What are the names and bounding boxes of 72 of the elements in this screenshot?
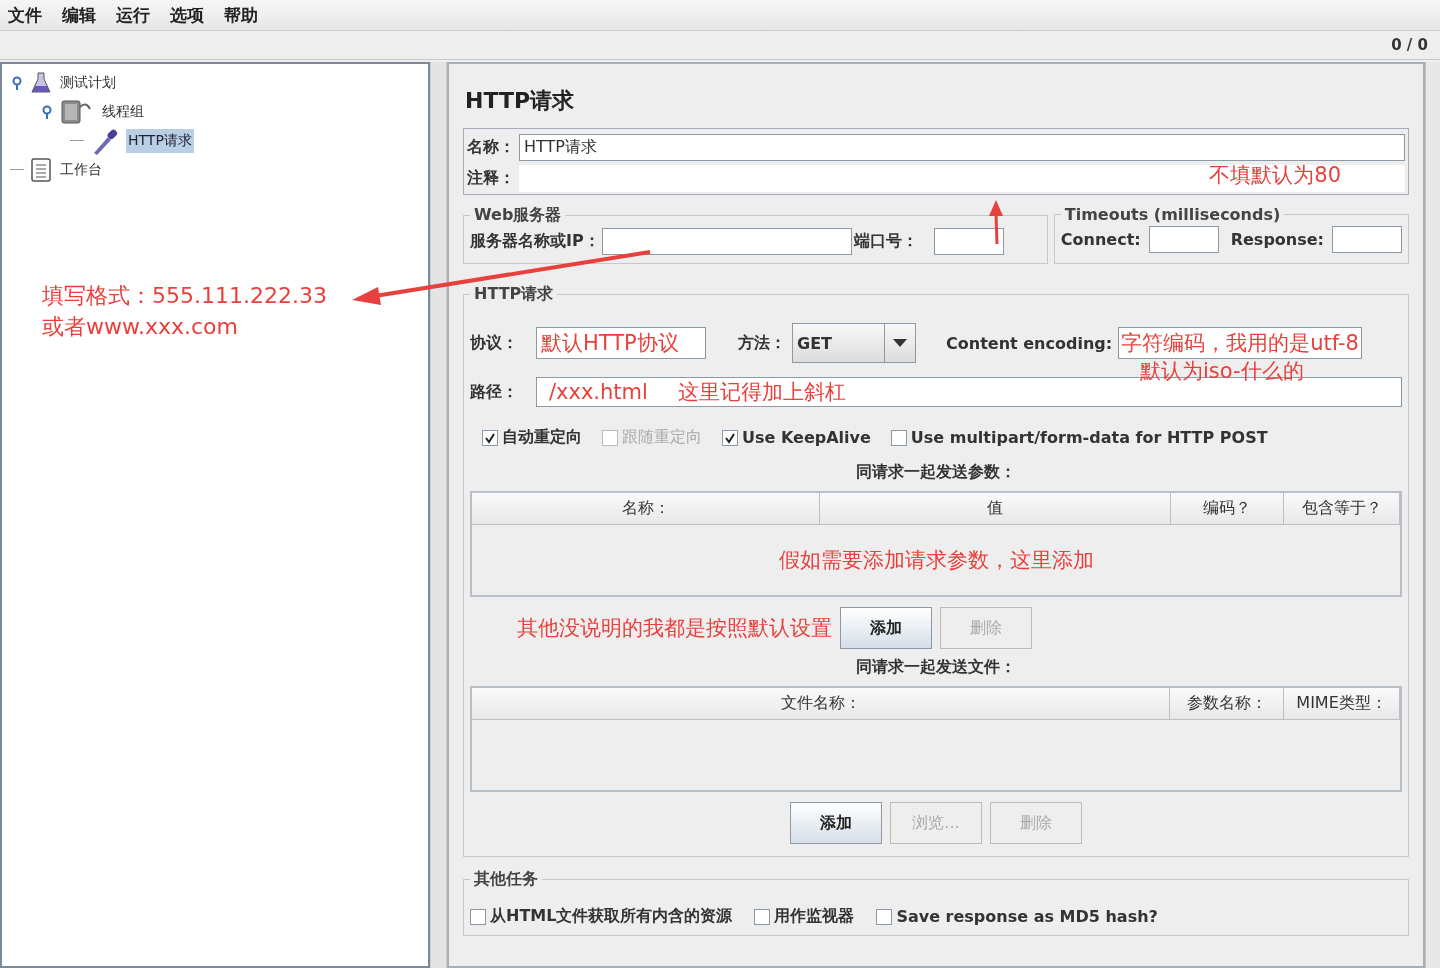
checkbox-label: 用作监视器 [774,906,855,927]
counter: 0 / 0 [1391,36,1428,54]
group-title: Web服务器 [473,205,563,226]
field-label: Connect: [1060,230,1141,249]
table-caption: 同请求一起发送参数： [855,462,1017,483]
annotation-text: 假如需要添加请求参数，这里添加 [778,547,1094,574]
flask-icon [30,70,52,95]
column-header[interactable]: 编码？ [1170,493,1285,525]
dropdown[interactable]: GET [792,323,916,363]
menu-item[interactable]: 运行 [116,3,150,27]
group-title: 其他任务 [473,869,539,890]
column-header[interactable]: 参数名称： [1170,688,1285,720]
tree-item[interactable]: 测试计划 [58,70,118,95]
group-title: Timeouts (milliseconds) [1063,205,1282,224]
checkbox-label: 从HTML文件获取所有内含的资源 [490,906,733,927]
caret-icon [893,339,907,347]
menu-item[interactable]: 文件 [8,3,42,27]
arrow [989,200,1003,245]
tree-toggle-icon[interactable] [10,75,24,90]
text-field[interactable] [1332,226,1402,253]
text-field[interactable] [933,228,1004,255]
checkbox-label: 跟随重定向 [622,427,702,448]
spool-icon [60,98,94,125]
scrollbar[interactable] [1425,62,1440,968]
annotation-text: 不填默认为80 [1209,162,1341,189]
annotation-text: 这里记得加上斜杠 [677,379,846,406]
checkbox[interactable] [482,429,498,446]
panel-title: HTTP请求 [465,87,576,115]
tree-item[interactable]: HTTP请求 [126,128,194,153]
field-label: 方法： [738,332,786,354]
column-header[interactable]: 名称： [472,493,821,525]
checkbox[interactable] [470,908,486,925]
checkbox-label: Use multipart/form-data for HTTP POST [910,428,1268,447]
field-label: Content encoding: [946,333,1113,353]
button[interactable]: 添加 [840,607,932,649]
tree-item[interactable]: 线程组 [100,99,146,124]
checkbox-label: Use KeepAlive [742,428,871,447]
text-field[interactable]: 字符编码，我用的是utf-8 [1118,327,1362,359]
button[interactable]: 添加 [790,802,882,844]
field-label: 协议： [470,332,518,354]
checkbox[interactable] [754,908,771,925]
text-field[interactable] [601,228,852,255]
column-header[interactable]: 文件名称： [472,688,1171,720]
tree-item[interactable]: 工作台 [58,157,104,182]
field-label: 服务器名称或IP： [470,231,600,252]
menu-item[interactable]: 编辑 [62,3,96,27]
column-header[interactable]: 值 [820,493,1171,525]
checkbox-label: 自动重定向 [502,427,582,448]
field-label: 路径： [470,381,518,403]
checkbox[interactable] [890,429,907,446]
menu-item[interactable]: 选项 [170,3,204,27]
text-field[interactable] [1148,226,1219,253]
text-field[interactable]: 默认HTTP协议 [536,327,706,359]
annotation-text: 填写格式：555.111.222.33 [42,282,327,310]
field-label: 端口号： [853,231,918,252]
column-header[interactable]: 包含等于？ [1284,493,1400,525]
field-label: 名称： [467,137,515,158]
table-caption: 同请求一起发送文件： [855,657,1017,678]
field-label: Response: [1230,230,1324,249]
column-header[interactable]: MIME类型： [1284,688,1400,720]
group-title: HTTP请求 [473,284,555,305]
checkbox[interactable] [722,429,738,446]
menu-item[interactable]: 帮助 [224,3,258,27]
annotation-text: 其他没说明的我都是按照默认设置 [517,615,832,642]
annotation-text: 或者www.xxx.com [42,313,239,341]
text-field[interactable]: HTTP请求 [519,134,1405,161]
tree-toggle-icon[interactable] [40,104,54,119]
checkbox-label: Save response as MD5 hash? [896,907,1158,926]
clipboard-icon [30,156,52,183]
checkbox[interactable] [876,908,893,925]
field-label: 注释： [467,168,515,189]
field-value: /xxx.html [549,380,648,404]
